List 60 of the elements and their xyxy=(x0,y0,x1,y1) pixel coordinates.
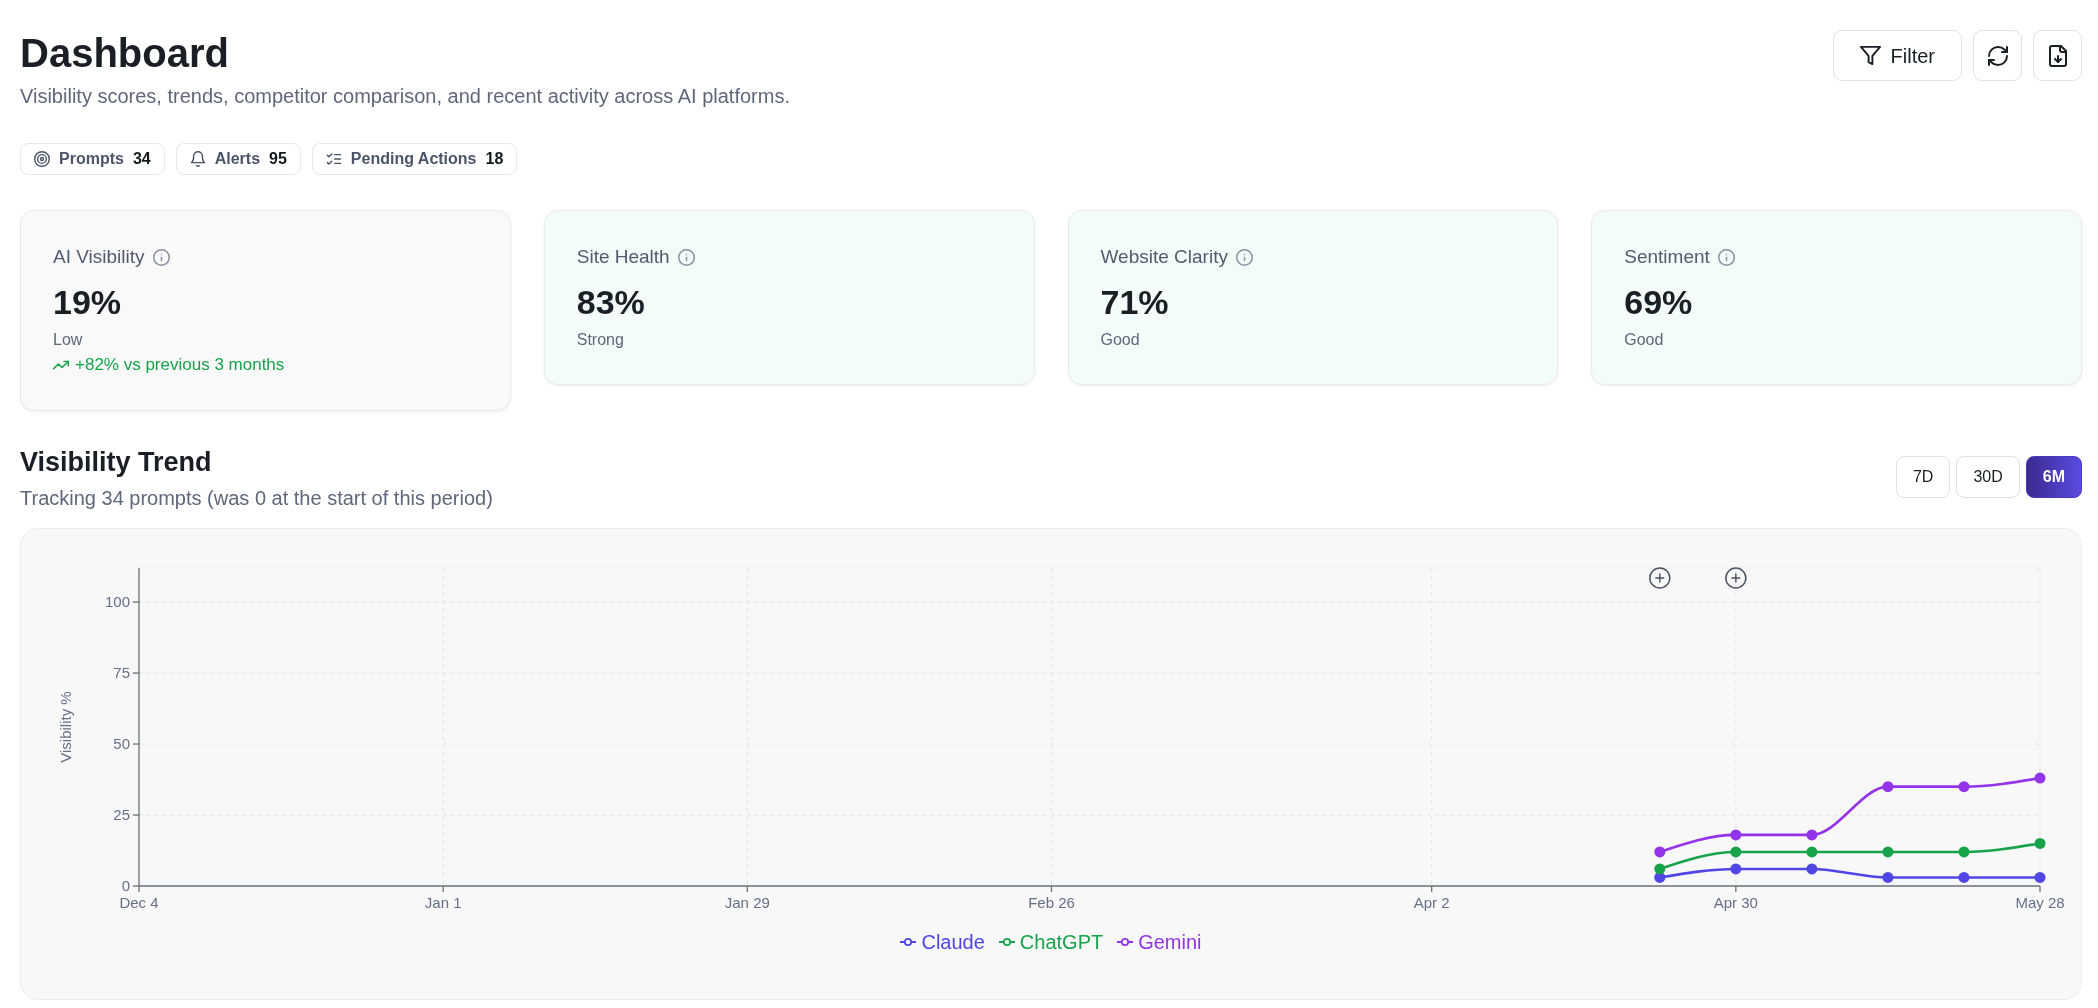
legend-label: ChatGPT xyxy=(1019,930,1104,955)
tick-label: 0 xyxy=(121,877,130,894)
info-icon xyxy=(677,248,695,266)
page-title: Dashboard xyxy=(20,30,230,77)
export-button[interactable] xyxy=(2033,30,2082,81)
stat-chip[interactable]: Prompts 34 xyxy=(20,143,165,175)
tick-label: 50 xyxy=(113,735,130,753)
info-icon xyxy=(152,248,170,266)
range-button[interactable]: 6M xyxy=(2025,456,2082,498)
trend-text: +82% vs previous 3 months xyxy=(75,354,285,376)
tick-label: 100 xyxy=(104,593,130,611)
metric-rating: Good xyxy=(1100,330,1141,350)
refresh-icon xyxy=(1986,44,2009,67)
metric-rating: Strong xyxy=(576,330,625,350)
filter-button[interactable]: Filter xyxy=(1832,30,1962,81)
card-title: Site Health xyxy=(576,245,670,269)
plus-circle-icon[interactable] xyxy=(1649,567,1671,589)
file-download-icon xyxy=(2046,44,2069,67)
card-title: AI Visibility xyxy=(53,245,145,269)
refresh-button[interactable] xyxy=(1973,30,2022,81)
section-title: Visibility Trend xyxy=(20,446,213,478)
target-icon xyxy=(34,151,50,167)
info-icon xyxy=(1235,248,1253,266)
card-title: Website Clarity xyxy=(1100,245,1228,269)
tick-label: Feb 26 xyxy=(1028,894,1075,911)
info-icon xyxy=(1717,248,1735,266)
legend-label: Claude xyxy=(921,930,985,955)
tick-label: 25 xyxy=(113,806,130,823)
tick-label: Apr 30 xyxy=(1713,894,1758,911)
chip-count: 34 xyxy=(132,149,151,169)
tick-label: Dec 4 xyxy=(119,894,159,911)
metric-rating: Good xyxy=(1624,330,1665,350)
tick-label: Jan 1 xyxy=(424,894,462,911)
checklist-icon xyxy=(325,151,342,167)
bell-icon xyxy=(189,151,206,167)
axis-title: Visibility % xyxy=(57,691,74,763)
tick-label: Jan 29 xyxy=(724,894,770,911)
legend-label: Gemini xyxy=(1138,930,1202,955)
metric-value: 19% xyxy=(53,282,123,322)
metric-value: 71% xyxy=(1100,282,1170,322)
page-subtitle: Visibility scores, trends, competitor comparison, and recent activity across AI platforms. xyxy=(20,84,790,109)
stat-chip[interactable]: Alerts 95 xyxy=(175,143,301,175)
metric-rating: Low xyxy=(53,330,84,350)
tick-label: May 28 xyxy=(2015,894,2065,911)
plus-circle-icon[interactable] xyxy=(1725,567,1747,589)
chip-label: Alerts xyxy=(214,149,261,169)
range-button[interactable]: 30D xyxy=(1956,456,2020,498)
chip-count: 95 xyxy=(269,149,287,169)
stat-chip[interactable]: Pending Actions 18 xyxy=(311,143,518,175)
metric-value: 83% xyxy=(576,282,646,322)
card-title: Sentiment xyxy=(1624,245,1710,269)
tick-label: Apr 2 xyxy=(1413,894,1450,911)
chip-label: Prompts xyxy=(59,149,124,169)
chip-label: Pending Actions xyxy=(350,149,477,169)
section-subtitle: Tracking 34 prompts (was 0 at the start of this period) xyxy=(20,486,493,511)
tick-label: 75 xyxy=(113,664,130,682)
filter-icon xyxy=(1859,45,1881,66)
range-button[interactable]: 7D xyxy=(1895,456,1951,498)
metric-value: 69% xyxy=(1624,282,1694,322)
chip-count: 18 xyxy=(485,149,504,169)
